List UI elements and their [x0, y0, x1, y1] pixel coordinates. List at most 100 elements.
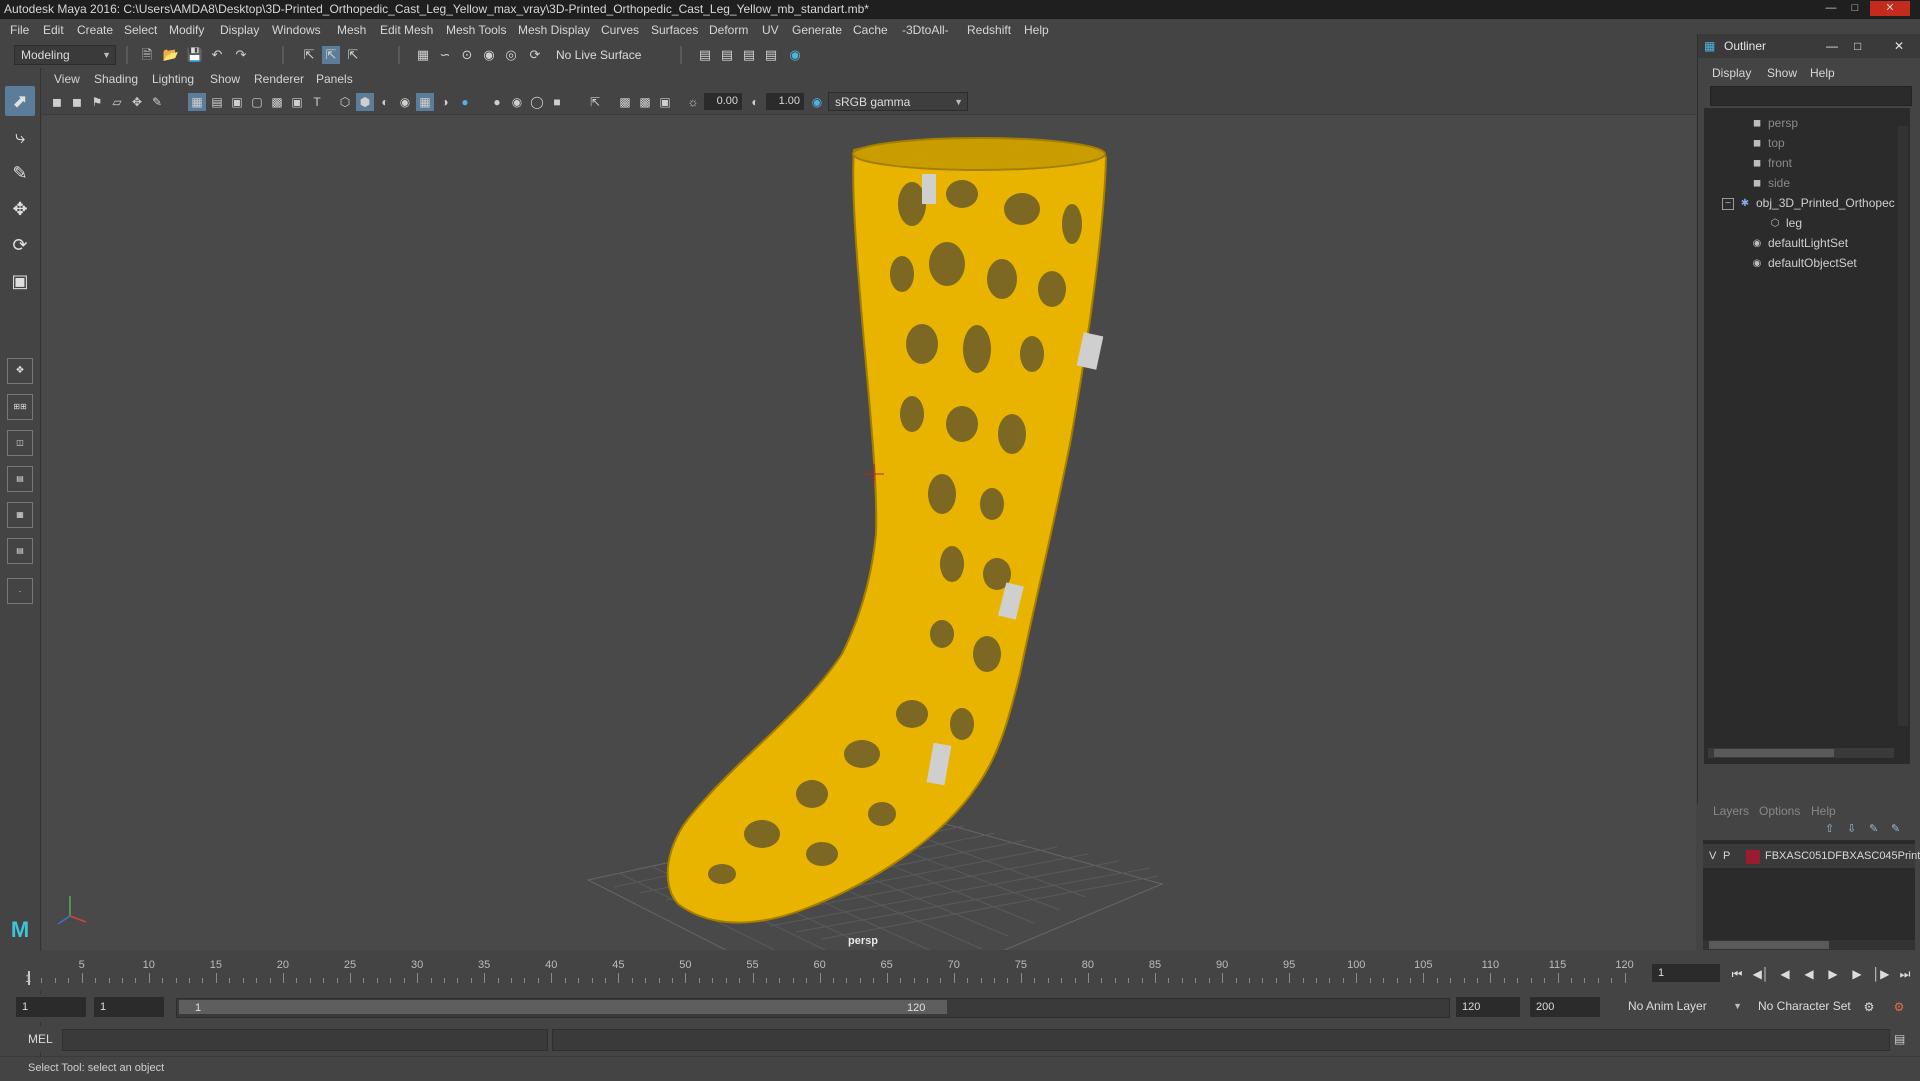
move-layer-up-icon[interactable]: ⇧: [1825, 822, 1834, 835]
command-input[interactable]: [62, 1029, 548, 1051]
layer-playback-toggle[interactable]: P: [1723, 844, 1730, 868]
start-time-field[interactable]: 1: [16, 997, 86, 1017]
gamma-field[interactable]: 1.00: [766, 93, 804, 110]
outliner-item[interactable]: ◉ defaultLightSet: [1750, 234, 1848, 252]
gamma-icon[interactable]: ◐: [746, 93, 764, 111]
xray-joints-icon[interactable]: ◯: [528, 93, 546, 111]
layers-menu-help[interactable]: Help: [1811, 804, 1836, 818]
viewport-menu-shading[interactable]: Shading: [94, 72, 138, 86]
outliner-item[interactable]: ◼ top: [1750, 134, 1785, 152]
viewport-menu-lighting[interactable]: Lighting: [152, 72, 194, 86]
auto-key-icon[interactable]: ⚙: [1860, 998, 1878, 1016]
step-forward-key-icon[interactable]: ▶: [1848, 965, 1866, 983]
snap-view-plane-icon[interactable]: ◉: [480, 46, 498, 64]
minimize-icon[interactable]: —: [1826, 34, 1838, 58]
scale-tool-icon[interactable]: ▣: [5, 266, 35, 296]
menu-display[interactable]: Display: [220, 23, 259, 37]
rotate-tool-icon[interactable]: ⟳: [5, 230, 35, 260]
wireframe-on-shaded-icon[interactable]: ▦: [416, 93, 434, 111]
outliner-persp-layout-icon[interactable]: ▤: [7, 466, 33, 492]
anim-layer-dropdown[interactable]: No Anim Layer ▼: [1622, 997, 1746, 1017]
exposure-icon[interactable]: ☼: [684, 93, 702, 111]
menu-select[interactable]: Select: [124, 23, 157, 37]
resolution-gate-icon[interactable]: ▣: [228, 93, 246, 111]
layout-options-icon[interactable]: ·: [7, 578, 33, 604]
script-language-label[interactable]: MEL: [28, 1032, 53, 1046]
open-scene-icon[interactable]: 📂: [162, 46, 180, 64]
outliner-vertical-scrollbar[interactable]: [1898, 126, 1908, 726]
layers-menu-options[interactable]: Options: [1759, 804, 1800, 818]
layers-scrollbar[interactable]: [1703, 940, 1915, 950]
maximize-icon[interactable]: □: [1854, 34, 1861, 58]
shadows-icon[interactable]: ◑: [436, 93, 454, 111]
wireframe-icon[interactable]: ⬡: [336, 93, 354, 111]
live-surface-label[interactable]: No Live Surface: [556, 48, 641, 62]
menu-generate[interactable]: Generate: [792, 23, 842, 37]
xray-icon[interactable]: ◉: [508, 93, 526, 111]
playback-end-field[interactable]: 120: [1456, 997, 1520, 1017]
menu-file[interactable]: File: [10, 23, 29, 37]
layer-name[interactable]: FBXASC051DFBXASC045Print: [1765, 844, 1920, 868]
menu-mesh-display[interactable]: Mesh Display: [518, 23, 590, 37]
snap-surface-icon[interactable]: ◎: [502, 46, 520, 64]
menu-cache[interactable]: Cache: [853, 23, 888, 37]
play-forward-icon[interactable]: ▶: [1824, 965, 1842, 983]
viewport-menu-view[interactable]: View: [54, 72, 80, 86]
new-layer-selected-icon[interactable]: ✎: [1891, 822, 1900, 835]
animation-preferences-icon[interactable]: ⚙: [1890, 998, 1908, 1016]
camera-attributes-icon[interactable]: ◼: [68, 93, 86, 111]
range-slider-handle[interactable]: [179, 1000, 947, 1014]
move-layer-down-icon[interactable]: ⇩: [1847, 822, 1856, 835]
script-editor-icon[interactable]: ▤: [1894, 1032, 1905, 1046]
outliner-menu-display[interactable]: Display: [1712, 66, 1751, 80]
step-back-key-icon[interactable]: ◀: [1776, 965, 1794, 983]
menu-3dtoall[interactable]: -3DtoAll-: [902, 23, 949, 37]
snap-curve-icon[interactable]: ∽: [436, 46, 454, 64]
two-pane-layout-icon[interactable]: ◫: [7, 430, 33, 456]
time-slider[interactable]: 1510152025303540455055606570758085909510…: [0, 951, 1920, 991]
viewport-menu-renderer[interactable]: Renderer: [254, 72, 304, 86]
hypershade-icon[interactable]: ▤: [762, 46, 780, 64]
ipr-render-icon[interactable]: ▤: [740, 46, 758, 64]
render-view-icon[interactable]: ◉: [786, 46, 804, 64]
layer-color-swatch[interactable]: [1746, 850, 1760, 864]
menu-modify[interactable]: Modify: [169, 23, 204, 37]
play-backward-icon[interactable]: ◀: [1800, 965, 1818, 983]
outliner-item[interactable]: ◼ side: [1750, 174, 1790, 192]
graph-persp-layout-icon[interactable]: ▦: [7, 502, 33, 528]
grid-icon[interactable]: ▦: [188, 93, 206, 111]
menu-curves[interactable]: Curves: [601, 23, 639, 37]
outliner-menu-help[interactable]: Help: [1810, 66, 1835, 80]
single-pane-layout-icon[interactable]: ❖: [7, 358, 33, 384]
close-icon[interactable]: ✕: [1870, 1, 1910, 16]
save-scene-icon[interactable]: 💾: [186, 46, 204, 64]
move-tool-icon[interactable]: ✥: [5, 194, 35, 224]
ambient-occlusion-icon[interactable]: ●: [456, 93, 474, 111]
bookmark-icon[interactable]: ⚑: [88, 93, 106, 111]
color-space-dropdown[interactable]: sRGB gamma ▼: [828, 92, 968, 111]
menu-redshift[interactable]: Redshift: [967, 23, 1011, 37]
render-frame-icon[interactable]: ▤: [718, 46, 736, 64]
image-plane-icon[interactable]: ▱: [108, 93, 126, 111]
safe-title-icon[interactable]: T: [308, 93, 326, 111]
menu-edit[interactable]: Edit: [43, 23, 64, 37]
outliner-tree[interactable]: ◼ persp ◼ top ◼ front ◼ side − ✱ obj_3D_Printe…: [1704, 108, 1910, 764]
current-frame-field[interactable]: 1: [1652, 964, 1720, 982]
go-to-end-icon[interactable]: ⏭: [1896, 965, 1914, 983]
character-set-dropdown[interactable]: No Character Set: [1752, 997, 1868, 1017]
maximize-icon[interactable]: □: [1844, 1, 1866, 16]
exposure-field[interactable]: 0.00: [704, 93, 742, 110]
select-object-icon[interactable]: ⇱: [322, 46, 340, 64]
snap-grid-icon[interactable]: ▦: [414, 46, 432, 64]
smooth-shade-icon[interactable]: ⬢: [356, 93, 374, 111]
range-slider[interactable]: 1 120: [176, 998, 1450, 1018]
time-ruler[interactable]: 1510152025303540455055606570758085909510…: [25, 959, 1638, 985]
playback-start-field[interactable]: 1: [94, 997, 164, 1017]
step-forward-icon[interactable]: │▶: [1872, 965, 1890, 983]
menu-windows[interactable]: Windows: [272, 23, 321, 37]
collapse-icon[interactable]: −: [1722, 197, 1734, 210]
layers-menu-layers[interactable]: Layers: [1713, 804, 1749, 818]
motion-blur-icon[interactable]: ▣: [656, 93, 674, 111]
use-lights-icon[interactable]: ◐: [376, 93, 394, 111]
outliner-horizontal-scrollbar[interactable]: [1708, 748, 1894, 758]
